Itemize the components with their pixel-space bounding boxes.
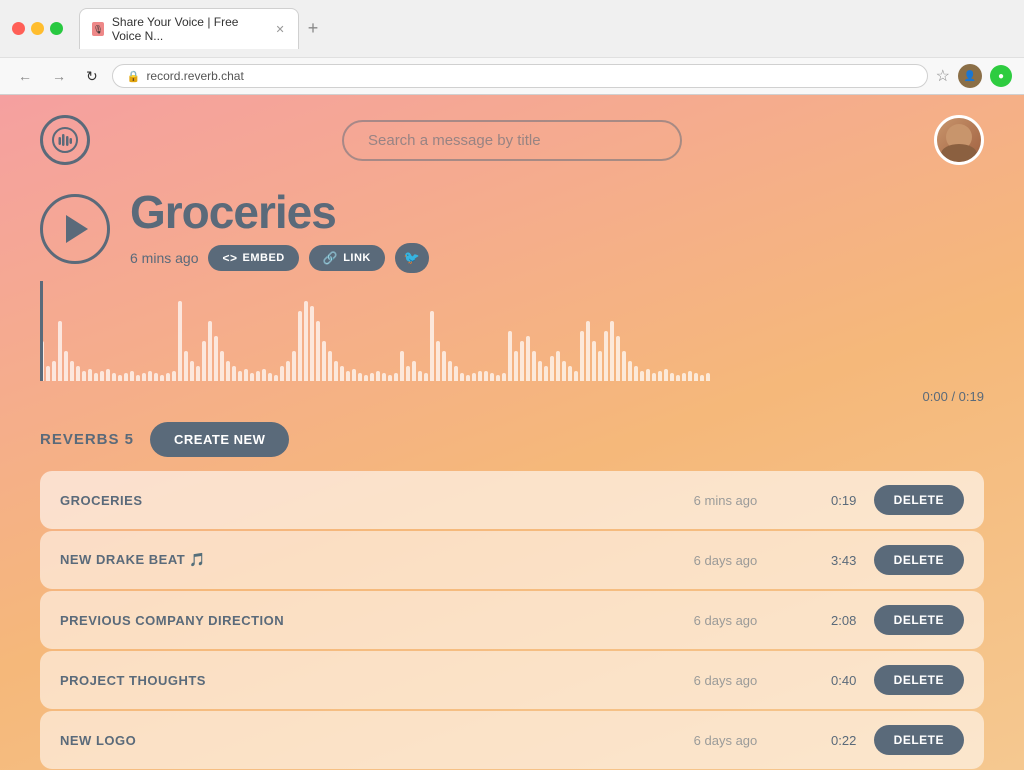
track-info: Groceries 6 mins ago <> EMBED 🔗 LINK 🐦: [130, 185, 429, 273]
list-item[interactable]: NEW DRAKE BEAT 🎵 6 days ago 3:43 DELETE: [40, 531, 984, 589]
new-tab-button[interactable]: +: [299, 15, 327, 43]
embed-button[interactable]: <> EMBED: [208, 245, 298, 271]
tab-favicon: 🎙: [92, 22, 104, 36]
forward-button[interactable]: →: [46, 66, 72, 86]
lock-icon: 🔒: [127, 70, 141, 83]
track-meta: 6 mins ago <> EMBED 🔗 LINK 🐦: [130, 243, 429, 273]
waveform-container[interactable]: [40, 281, 984, 381]
time-display: 0:00 / 0:19: [40, 389, 984, 404]
refresh-button[interactable]: ↻: [80, 66, 104, 87]
record-name: NEW DRAKE BEAT 🎵: [60, 552, 694, 568]
tab-close-button[interactable]: ✕: [274, 22, 286, 36]
app-container: Groceries 6 mins ago <> EMBED 🔗 LINK 🐦: [0, 95, 1024, 770]
record-name: NEW LOGO: [60, 733, 694, 748]
waveform: [40, 281, 984, 381]
browser-tabs: 🎙 Share Your Voice | Free Voice N... ✕ +: [79, 8, 1012, 49]
link-label: LINK: [343, 252, 371, 264]
list-item[interactable]: PREVIOUS COMPANY DIRECTION 6 days ago 2:…: [40, 591, 984, 649]
player-section: Groceries 6 mins ago <> EMBED 🔗 LINK 🐦: [0, 185, 1024, 414]
record-name: GROCERIES: [60, 493, 694, 508]
record-duration: 2:08: [814, 613, 874, 628]
delete-button[interactable]: DELETE: [874, 545, 964, 575]
twitter-icon: 🐦: [404, 250, 420, 266]
active-tab[interactable]: 🎙 Share Your Voice | Free Voice N... ✕: [79, 8, 299, 49]
back-button[interactable]: ←: [12, 66, 38, 86]
record-duration: 0:22: [814, 733, 874, 748]
delete-button[interactable]: DELETE: [874, 665, 964, 695]
tab-title: Share Your Voice | Free Voice N...: [112, 15, 266, 43]
avatar-body: [941, 144, 977, 162]
record-duration: 0:19: [814, 493, 874, 508]
embed-label: EMBED: [243, 252, 285, 264]
progress-line: [40, 281, 43, 381]
record-date: 6 days ago: [694, 733, 814, 748]
play-button[interactable]: [40, 194, 110, 264]
record-date: 6 days ago: [694, 673, 814, 688]
minimize-window-button[interactable]: [31, 22, 44, 35]
extension-icon[interactable]: ●: [990, 65, 1012, 87]
record-date: 6 days ago: [694, 613, 814, 628]
list-title: REVERBS 5: [40, 431, 134, 448]
list-section: REVERBS 5 CREATE NEW GROCERIES 6 mins ag…: [0, 414, 1024, 769]
app-header: [0, 95, 1024, 185]
twitter-button[interactable]: 🐦: [395, 243, 429, 273]
delete-button[interactable]: DELETE: [874, 485, 964, 515]
record-name: PREVIOUS COMPANY DIRECTION: [60, 613, 694, 628]
list-item[interactable]: GROCERIES 6 mins ago 0:19 DELETE: [40, 471, 984, 529]
record-duration: 0:40: [814, 673, 874, 688]
record-name: PROJECT THOUGHTS: [60, 673, 694, 688]
address-bar[interactable]: 🔒 record.reverb.chat: [112, 64, 928, 88]
user-avatar[interactable]: [934, 115, 984, 165]
traffic-lights: [12, 22, 63, 35]
browser-profile-avatar[interactable]: 👤: [958, 64, 982, 88]
address-text: record.reverb.chat: [146, 69, 243, 83]
close-window-button[interactable]: [12, 22, 25, 35]
app-logo: [40, 115, 90, 165]
list-item[interactable]: PROJECT THOUGHTS 6 days ago 0:40 DELETE: [40, 651, 984, 709]
bookmark-icon[interactable]: ☆: [936, 66, 950, 86]
search-bar: [90, 120, 934, 161]
browser-titlebar: 🎙 Share Your Voice | Free Voice N... ✕ +: [0, 0, 1024, 57]
track-title: Groceries: [130, 185, 429, 239]
delete-button[interactable]: DELETE: [874, 605, 964, 635]
list-header: REVERBS 5 CREATE NEW: [40, 422, 984, 457]
list-item[interactable]: NEW LOGO 6 days ago 0:22 DELETE: [40, 711, 984, 769]
record-duration: 3:43: [814, 553, 874, 568]
browser-chrome: 🎙 Share Your Voice | Free Voice N... ✕ +…: [0, 0, 1024, 95]
link-icon: 🔗: [323, 251, 338, 265]
record-date: 6 mins ago: [694, 493, 814, 508]
search-input-wrapper[interactable]: [342, 120, 682, 161]
records-list: GROCERIES 6 mins ago 0:19 DELETE NEW DRA…: [40, 471, 984, 769]
player-top: Groceries 6 mins ago <> EMBED 🔗 LINK 🐦: [40, 185, 984, 273]
embed-icon: <>: [222, 251, 237, 265]
browser-nav: ← → ↻ 🔒 record.reverb.chat ☆ 👤 ●: [0, 57, 1024, 94]
record-date: 6 days ago: [694, 553, 814, 568]
avatar-face: [937, 118, 981, 162]
link-button[interactable]: 🔗 LINK: [309, 245, 385, 271]
search-input[interactable]: [368, 132, 656, 149]
play-icon: [66, 215, 88, 243]
track-time-ago: 6 mins ago: [130, 250, 198, 266]
delete-button[interactable]: DELETE: [874, 725, 964, 755]
fullscreen-window-button[interactable]: [50, 22, 63, 35]
create-new-button[interactable]: CREATE NEW: [150, 422, 289, 457]
nav-actions: ☆ 👤 ●: [936, 64, 1012, 88]
